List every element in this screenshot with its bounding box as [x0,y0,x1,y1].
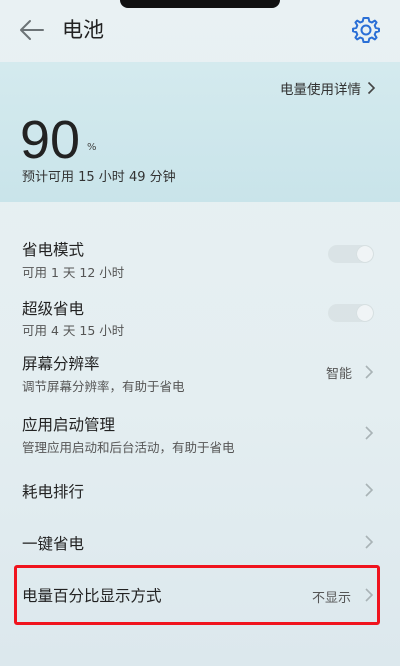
setting-label: 屏幕分辨率 [22,355,100,373]
setting-label: 省电模式 [22,241,85,259]
setting-label: 耗电排行 [22,483,85,501]
app-header: 电池 [0,0,400,62]
chevron-right-icon [365,535,374,549]
highlight-box [14,565,380,625]
chevron-right-icon [365,426,374,440]
arrow-left-icon[interactable] [16,16,48,44]
setting-ultra-power-saving[interactable]: 超级省电 可用 4 天 15 小时 [0,291,400,345]
setting-subtitle: 可用 4 天 15 小时 [22,323,125,338]
battery-remaining-estimate: 预计可用 15 小时 49 分钟 [22,170,176,185]
chevron-right-icon [365,365,374,379]
battery-usage-details-label: 电量使用详情 [280,82,361,98]
page-title: 电池 [62,18,104,42]
setting-subtitle: 可用 1 天 12 小时 [22,265,125,280]
setting-subtitle: 调节屏幕分辨率，有助于省电 [22,379,185,394]
battery-percent-value: 90 [20,110,81,170]
setting-one-tap-power-saving[interactable]: 一键省电 [0,524,400,564]
setting-label: 超级省电 [22,300,85,318]
setting-power-ranking[interactable]: 耗电排行 [0,470,400,510]
gear-icon[interactable] [350,14,382,46]
ultra-power-saving-toggle[interactable] [328,304,374,322]
setting-app-launch-management[interactable]: 应用启动管理 管理应用启动和后台活动，有助于省电 [0,408,400,462]
setting-label: 一键省电 [22,535,85,553]
setting-label: 应用启动管理 [22,416,116,434]
battery-usage-details-link[interactable]: 电量使用详情 [280,78,376,98]
setting-power-saving[interactable]: 省电模式 可用 1 天 12 小时 [0,232,400,286]
setting-value: 智能 [326,367,353,382]
setting-subtitle: 管理应用启动和后台活动，有助于省电 [22,440,235,455]
chevron-right-icon [365,483,374,497]
battery-percent-unit: % [87,142,97,153]
power-saving-toggle[interactable] [328,245,374,263]
setting-screen-resolution[interactable]: 屏幕分辨率 调节屏幕分辨率，有助于省电 智能 [0,347,400,401]
chevron-right-icon [367,81,376,95]
